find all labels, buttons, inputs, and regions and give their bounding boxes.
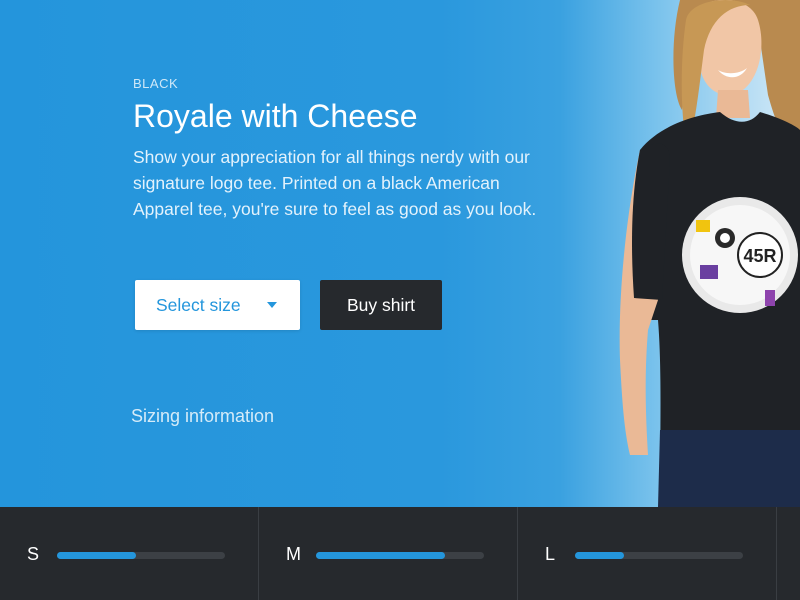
size-label: S: [27, 544, 40, 564]
chevron-down-icon: [267, 302, 277, 308]
size-stock-fill: [316, 552, 446, 559]
size-stock-fill: [575, 552, 624, 559]
buy-shirt-button[interactable]: Buy shirt: [320, 280, 442, 330]
size-label: L: [545, 544, 556, 564]
sizing-information-link[interactable]: Sizing information: [131, 406, 274, 427]
size-select-label: Select size: [156, 294, 241, 315]
size-availability-bar: SML: [0, 507, 800, 600]
size-label: M: [286, 544, 301, 564]
hero-banner: BLACK Royale with Cheese Show your appre…: [0, 0, 800, 507]
size-cell-m[interactable]: M: [259, 507, 518, 600]
size-stock-track: [575, 552, 743, 559]
size-cell-s[interactable]: S: [0, 507, 259, 600]
shirt-logo-text: 45R: [743, 246, 776, 266]
size-cell-l[interactable]: L: [518, 507, 777, 600]
size-stock-fill: [57, 552, 136, 559]
size-cell-more: [777, 507, 800, 600]
size-stock-track: [57, 552, 225, 559]
product-title: Royale with Cheese: [133, 98, 418, 134]
product-copy: BLACK Royale with Cheese Show your appre…: [133, 76, 553, 222]
size-select-dropdown[interactable]: Select size: [135, 280, 300, 330]
model-jeans: [658, 430, 800, 507]
product-color-label: BLACK: [133, 76, 179, 91]
model-photo: 45R: [619, 0, 800, 507]
size-stock-track: [316, 552, 484, 559]
product-description: Show your appreciation for all things ne…: [133, 147, 537, 219]
